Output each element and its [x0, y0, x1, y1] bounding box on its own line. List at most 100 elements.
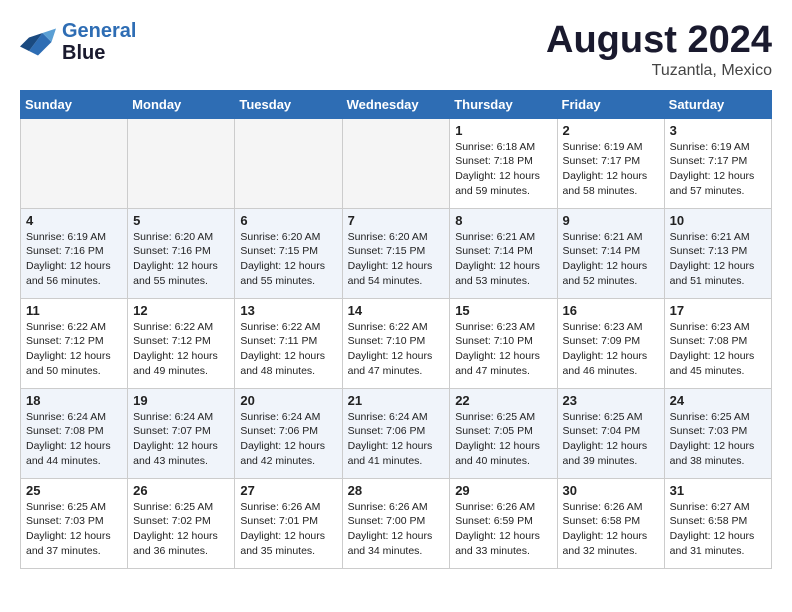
- day-info: Sunrise: 6:21 AMSunset: 7:13 PMDaylight:…: [670, 230, 766, 289]
- day-info: Sunrise: 6:19 AMSunset: 7:17 PMDaylight:…: [670, 140, 766, 199]
- location: Tuzantla, Mexico: [546, 62, 772, 80]
- day-info: Sunrise: 6:27 AMSunset: 6:58 PMDaylight:…: [670, 500, 766, 559]
- weekday-header-friday: Friday: [557, 90, 664, 118]
- calendar-header-row: SundayMondayTuesdayWednesdayThursdayFrid…: [21, 90, 772, 118]
- day-info: Sunrise: 6:20 AMSunset: 7:15 PMDaylight:…: [348, 230, 445, 289]
- calendar-cell: 19 Sunrise: 6:24 AMSunset: 7:07 PMDayligh…: [128, 388, 235, 478]
- calendar-table: SundayMondayTuesdayWednesdayThursdayFrid…: [20, 90, 772, 569]
- day-number: 6: [240, 213, 336, 228]
- logo: General Blue: [20, 20, 136, 64]
- calendar-cell: 1 Sunrise: 6:18 AMSunset: 7:18 PMDaylight…: [450, 118, 557, 208]
- weekday-header-sunday: Sunday: [21, 90, 128, 118]
- day-info: Sunrise: 6:18 AMSunset: 7:18 PMDaylight:…: [455, 140, 551, 199]
- day-number: 2: [563, 123, 659, 138]
- logo-text: General Blue: [62, 20, 136, 64]
- day-info: Sunrise: 6:25 AMSunset: 7:04 PMDaylight:…: [563, 410, 659, 469]
- logo-general: General: [62, 20, 136, 42]
- day-number: 27: [240, 483, 336, 498]
- calendar-cell: 27Sunrise: 6:26 AMSunset: 7:01 PMDayligh…: [235, 478, 342, 568]
- month-title: August 2024: [546, 20, 772, 62]
- calendar-cell: 16 Sunrise: 6:23 AMSunset: 7:09 PMDayligh…: [557, 298, 664, 388]
- day-info: Sunrise: 6:23 AMSunset: 7:08 PMDaylight:…: [670, 320, 766, 379]
- calendar-cell: 26 Sunrise: 6:25 AMSunset: 7:02 PMDayligh…: [128, 478, 235, 568]
- day-number: 9: [563, 213, 659, 228]
- calendar-cell: 18 Sunrise: 6:24 AMSunset: 7:08 PMDayligh…: [21, 388, 128, 478]
- logo-icon: [20, 24, 56, 60]
- day-info: Sunrise: 6:24 AMSunset: 7:08 PMDaylight:…: [26, 410, 122, 469]
- calendar-cell: 20 Sunrise: 6:24 AMSunset: 7:06 PMDayligh…: [235, 388, 342, 478]
- calendar-week-3: 11 Sunrise: 6:22 AMSunset: 7:12 PMDayligh…: [21, 298, 772, 388]
- day-number: 25: [26, 483, 122, 498]
- day-number: 29: [455, 483, 551, 498]
- day-number: 1: [455, 123, 551, 138]
- day-info: Sunrise: 6:23 AMSunset: 7:10 PMDaylight:…: [455, 320, 551, 379]
- day-number: 14: [348, 303, 445, 318]
- day-number: 22: [455, 393, 551, 408]
- calendar-cell: 15 Sunrise: 6:23 AMSunset: 7:10 PMDayligh…: [450, 298, 557, 388]
- day-info: Sunrise: 6:26 AMSunset: 6:58 PMDaylight:…: [563, 500, 659, 559]
- calendar-cell: 10 Sunrise: 6:21 AMSunset: 7:13 PMDayligh…: [664, 208, 771, 298]
- calendar-cell: 14 Sunrise: 6:22 AMSunset: 7:10 PMDayligh…: [342, 298, 450, 388]
- day-number: 31: [670, 483, 766, 498]
- calendar-cell: 7Sunrise: 6:20 AMSunset: 7:15 PMDaylight…: [342, 208, 450, 298]
- calendar-cell: 28Sunrise: 6:26 AMSunset: 7:00 PMDayligh…: [342, 478, 450, 568]
- day-info: Sunrise: 6:22 AMSunset: 7:11 PMDaylight:…: [240, 320, 336, 379]
- day-info: Sunrise: 6:21 AMSunset: 7:14 PMDaylight:…: [455, 230, 551, 289]
- day-info: Sunrise: 6:22 AMSunset: 7:12 PMDaylight:…: [133, 320, 229, 379]
- day-number: 21: [348, 393, 445, 408]
- calendar-week-1: 1 Sunrise: 6:18 AMSunset: 7:18 PMDaylight…: [21, 118, 772, 208]
- calendar-cell: 30Sunrise: 6:26 AMSunset: 6:58 PMDayligh…: [557, 478, 664, 568]
- weekday-header-monday: Monday: [128, 90, 235, 118]
- day-number: 18: [26, 393, 122, 408]
- day-info: Sunrise: 6:26 AMSunset: 7:00 PMDaylight:…: [348, 500, 445, 559]
- day-number: 4: [26, 213, 122, 228]
- day-number: 15: [455, 303, 551, 318]
- day-info: Sunrise: 6:25 AMSunset: 7:05 PMDaylight:…: [455, 410, 551, 469]
- day-info: Sunrise: 6:24 AMSunset: 7:07 PMDaylight:…: [133, 410, 229, 469]
- calendar-cell: 5 Sunrise: 6:20 AMSunset: 7:16 PMDaylight…: [128, 208, 235, 298]
- calendar-week-4: 18 Sunrise: 6:24 AMSunset: 7:08 PMDayligh…: [21, 388, 772, 478]
- calendar-cell: [342, 118, 450, 208]
- day-number: 13: [240, 303, 336, 318]
- day-number: 19: [133, 393, 229, 408]
- day-info: Sunrise: 6:24 AMSunset: 7:06 PMDaylight:…: [240, 410, 336, 469]
- day-info: Sunrise: 6:24 AMSunset: 7:06 PMDaylight:…: [348, 410, 445, 469]
- day-number: 26: [133, 483, 229, 498]
- calendar-cell: 12 Sunrise: 6:22 AMSunset: 7:12 PMDayligh…: [128, 298, 235, 388]
- calendar-cell: 17 Sunrise: 6:23 AMSunset: 7:08 PMDayligh…: [664, 298, 771, 388]
- day-info: Sunrise: 6:21 AMSunset: 7:14 PMDaylight:…: [563, 230, 659, 289]
- weekday-header-saturday: Saturday: [664, 90, 771, 118]
- title-block: August 2024 Tuzantla, Mexico: [546, 20, 772, 80]
- calendar-cell: 4Sunrise: 6:19 AMSunset: 7:16 PMDaylight…: [21, 208, 128, 298]
- calendar-cell: 25 Sunrise: 6:25 AMSunset: 7:03 PMDayligh…: [21, 478, 128, 568]
- calendar-cell: 23Sunrise: 6:25 AMSunset: 7:04 PMDayligh…: [557, 388, 664, 478]
- day-info: Sunrise: 6:25 AMSunset: 7:02 PMDaylight:…: [133, 500, 229, 559]
- calendar-cell: 8Sunrise: 6:21 AMSunset: 7:14 PMDaylight…: [450, 208, 557, 298]
- day-number: 10: [670, 213, 766, 228]
- day-info: Sunrise: 6:20 AMSunset: 7:16 PMDaylight:…: [133, 230, 229, 289]
- calendar-week-5: 25 Sunrise: 6:25 AMSunset: 7:03 PMDayligh…: [21, 478, 772, 568]
- day-info: Sunrise: 6:20 AMSunset: 7:15 PMDaylight:…: [240, 230, 336, 289]
- day-number: 20: [240, 393, 336, 408]
- calendar-cell: 11 Sunrise: 6:22 AMSunset: 7:12 PMDayligh…: [21, 298, 128, 388]
- day-info: Sunrise: 6:22 AMSunset: 7:12 PMDaylight:…: [26, 320, 122, 379]
- day-info: Sunrise: 6:25 AMSunset: 7:03 PMDaylight:…: [26, 500, 122, 559]
- page-header: General Blue August 2024 Tuzantla, Mexic…: [20, 20, 772, 80]
- calendar-cell: 3Sunrise: 6:19 AMSunset: 7:17 PMDaylight…: [664, 118, 771, 208]
- calendar-cell: [21, 118, 128, 208]
- day-number: 11: [26, 303, 122, 318]
- day-number: 16: [563, 303, 659, 318]
- calendar-cell: 9 Sunrise: 6:21 AMSunset: 7:14 PMDaylight…: [557, 208, 664, 298]
- day-number: 12: [133, 303, 229, 318]
- day-number: 5: [133, 213, 229, 228]
- calendar-cell: 31 Sunrise: 6:27 AMSunset: 6:58 PMDayligh…: [664, 478, 771, 568]
- day-info: Sunrise: 6:19 AMSunset: 7:17 PMDaylight:…: [563, 140, 659, 199]
- day-info: Sunrise: 6:23 AMSunset: 7:09 PMDaylight:…: [563, 320, 659, 379]
- day-number: 24: [670, 393, 766, 408]
- logo-blue: Blue: [62, 42, 105, 64]
- weekday-header-tuesday: Tuesday: [235, 90, 342, 118]
- day-number: 17: [670, 303, 766, 318]
- weekday-header-wednesday: Wednesday: [342, 90, 450, 118]
- calendar-cell: 6 Sunrise: 6:20 AMSunset: 7:15 PMDaylight…: [235, 208, 342, 298]
- day-info: Sunrise: 6:22 AMSunset: 7:10 PMDaylight:…: [348, 320, 445, 379]
